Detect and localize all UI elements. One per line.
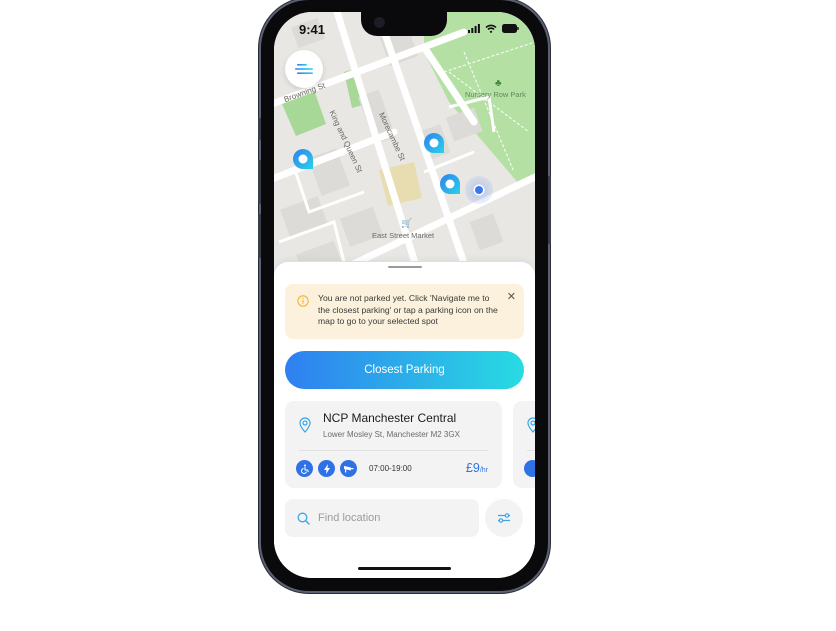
home-indicator [358, 567, 451, 570]
wifi-icon [485, 24, 497, 33]
wheelchair-icon [524, 460, 535, 477]
status-time: 9:41 [299, 22, 326, 37]
info-icon [297, 295, 309, 307]
cctv-icon [340, 460, 357, 477]
bottom-sheet: You are not parked yet. Click 'Navigate … [274, 262, 535, 578]
parking-card[interactable]: NCP Manchester Central Lower Mosley St, … [285, 401, 502, 488]
shopping-cart-icon: 🛒 [401, 218, 413, 228]
power-button [548, 176, 551, 244]
volume-up-button [258, 160, 261, 204]
card-divider [527, 450, 535, 451]
closest-parking-button[interactable]: Closest Parking [285, 351, 524, 389]
location-pin-icon [527, 417, 535, 433]
search-bar[interactable] [285, 499, 479, 537]
parking-pin-icon[interactable] [422, 131, 446, 155]
filter-button[interactable] [485, 499, 523, 537]
search-icon [297, 512, 310, 525]
notch [361, 12, 447, 36]
sheet-drag-handle[interactable] [388, 266, 422, 268]
menu-button[interactable] [285, 50, 323, 88]
parking-pin-icon[interactable] [291, 147, 315, 171]
parking-hours: 07:00-19:00 [369, 464, 412, 473]
current-location-marker [465, 176, 493, 204]
menu-icon [295, 64, 313, 74]
phone-frame: Browning St King and Queen St Morecambe … [258, 0, 551, 591]
park-label: Nursery Row Park [465, 90, 526, 99]
volume-down-button [258, 214, 261, 258]
front-camera [374, 17, 385, 28]
card-divider [299, 450, 488, 451]
ev-charging-icon [318, 460, 335, 477]
parking-card-next[interactable] [513, 401, 535, 488]
search-input[interactable] [318, 512, 468, 524]
status-icons [468, 24, 519, 33]
parking-name: NCP Manchester Central [323, 411, 457, 425]
close-icon[interactable]: ✕ [507, 290, 516, 303]
parking-price: £9/hr [466, 461, 488, 475]
wheelchair-icon [296, 460, 313, 477]
filter-sliders-icon [498, 513, 510, 523]
signal-icon [468, 24, 480, 33]
screen: Browning St King and Queen St Morecambe … [274, 12, 535, 578]
place-label: East Street Market [372, 231, 435, 240]
location-pin-icon [299, 417, 311, 433]
parking-address: Lower Mosley St, Manchester M2 3GX [323, 430, 460, 439]
price-value: £9 [465, 461, 480, 475]
price-unit: /hr [479, 467, 488, 474]
parking-pin-icon[interactable] [438, 172, 462, 196]
tree-icon: ♣ [495, 78, 502, 89]
mute-switch [258, 118, 261, 140]
alert-message: You are not parked yet. Click 'Navigate … [318, 293, 498, 326]
battery-icon [502, 24, 519, 33]
current-location-dot [475, 186, 483, 194]
not-parked-alert: You are not parked yet. Click 'Navigate … [285, 284, 524, 339]
